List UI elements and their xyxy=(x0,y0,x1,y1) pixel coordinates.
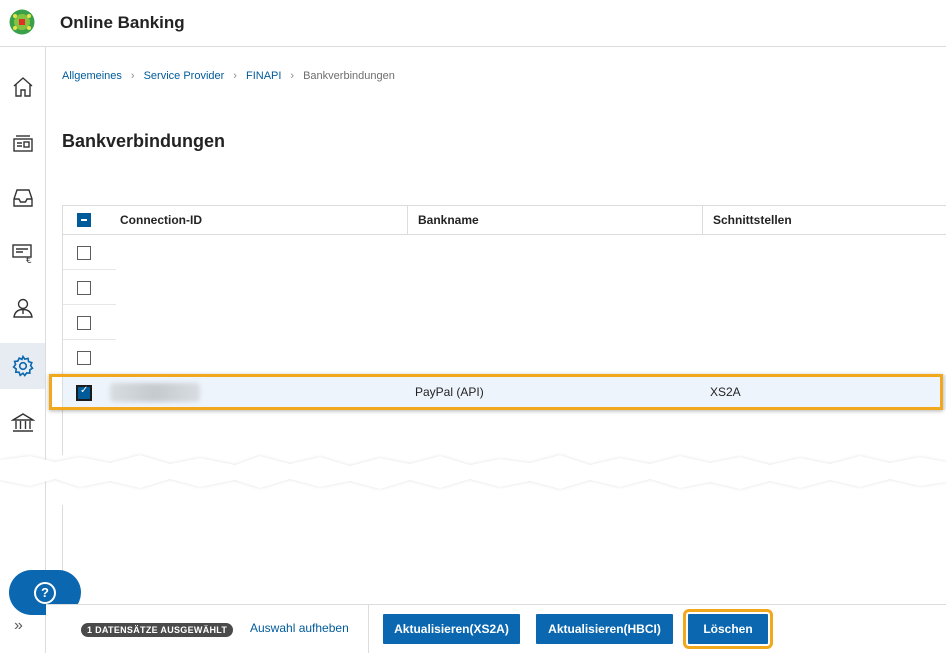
payments-icon: € xyxy=(11,244,32,265)
column-header-connection-id[interactable]: Connection-ID xyxy=(110,206,408,235)
logo-icon xyxy=(9,9,35,35)
row-checkbox[interactable] xyxy=(77,246,91,260)
delete-button[interactable]: Löschen xyxy=(683,609,773,649)
table-row[interactable] xyxy=(62,270,946,305)
left-nav: € xyxy=(0,47,46,653)
chevron-right-icon: › xyxy=(233,70,237,82)
breadcrumb-current: Bankverbindungen xyxy=(303,70,395,82)
connections-table: Connection-ID Bankname Schnittstellen Pa… xyxy=(62,205,946,410)
table-header: Connection-ID Bankname Schnittstellen xyxy=(62,205,946,235)
row-checkbox[interactable] xyxy=(77,351,91,365)
nav-inbox[interactable] xyxy=(0,175,45,221)
svg-text:€: € xyxy=(26,256,32,265)
table-row-selected[interactable]: PayPal (API) XS2A xyxy=(62,375,946,410)
breadcrumb: Allgemeines › Service Provider › FINAPI … xyxy=(62,70,395,82)
action-bar: 1 DATENSÄTZE AUSGEWÄHLT Auswahl aufheben… xyxy=(46,604,946,653)
update-hbci-button[interactable]: Aktualisieren(HBCI) xyxy=(536,614,673,644)
nav-user[interactable] xyxy=(0,285,45,331)
nav-home[interactable] xyxy=(0,64,45,110)
row-checkbox[interactable] xyxy=(77,281,91,295)
cards-icon xyxy=(12,135,33,152)
nav-payments[interactable]: € xyxy=(0,230,45,276)
settings-icon xyxy=(11,354,34,377)
row-checkbox[interactable] xyxy=(77,316,91,330)
inbox-icon xyxy=(12,189,33,207)
chevron-right-icon: › xyxy=(290,70,295,82)
app-title: Online Banking xyxy=(60,13,185,32)
connection-id-redacted xyxy=(110,383,200,402)
nav-cards[interactable] xyxy=(0,120,45,166)
torn-edge-divider xyxy=(0,455,946,489)
user-icon xyxy=(12,298,33,318)
page-title: Bankverbindungen xyxy=(62,131,226,151)
selection-count-badge: 1 DATENSÄTZE AUSGEWÄHLT xyxy=(81,623,234,637)
column-header-schnittstellen[interactable]: Schnittstellen xyxy=(702,206,946,235)
interface-cell: XS2A xyxy=(710,385,741,399)
column-header-bankname[interactable]: Bankname xyxy=(407,206,703,235)
home-icon xyxy=(13,77,32,97)
nav-settings[interactable] xyxy=(0,343,45,389)
table-row[interactable] xyxy=(62,340,946,375)
top-bar: Online Banking xyxy=(0,0,946,47)
expand-nav-icon[interactable]: » xyxy=(14,617,23,635)
row-checkbox[interactable] xyxy=(76,385,92,401)
table-row[interactable] xyxy=(62,305,946,340)
update-xs2a-button[interactable]: Aktualisieren(XS2A) xyxy=(383,614,520,644)
breadcrumb-allgemeines[interactable]: Allgemeines xyxy=(62,70,122,82)
select-all-checkbox[interactable] xyxy=(77,213,91,227)
breadcrumb-service-provider[interactable]: Service Provider xyxy=(144,70,225,82)
question-icon: ? xyxy=(34,581,56,604)
bankname-cell: PayPal (API) xyxy=(415,385,484,399)
breadcrumb-finapi[interactable]: FINAPI xyxy=(246,70,281,82)
chevron-right-icon: › xyxy=(130,70,135,82)
bank-icon xyxy=(10,413,35,432)
table-row[interactable] xyxy=(62,235,946,270)
clear-selection-link[interactable]: Auswahl aufheben xyxy=(250,621,349,635)
